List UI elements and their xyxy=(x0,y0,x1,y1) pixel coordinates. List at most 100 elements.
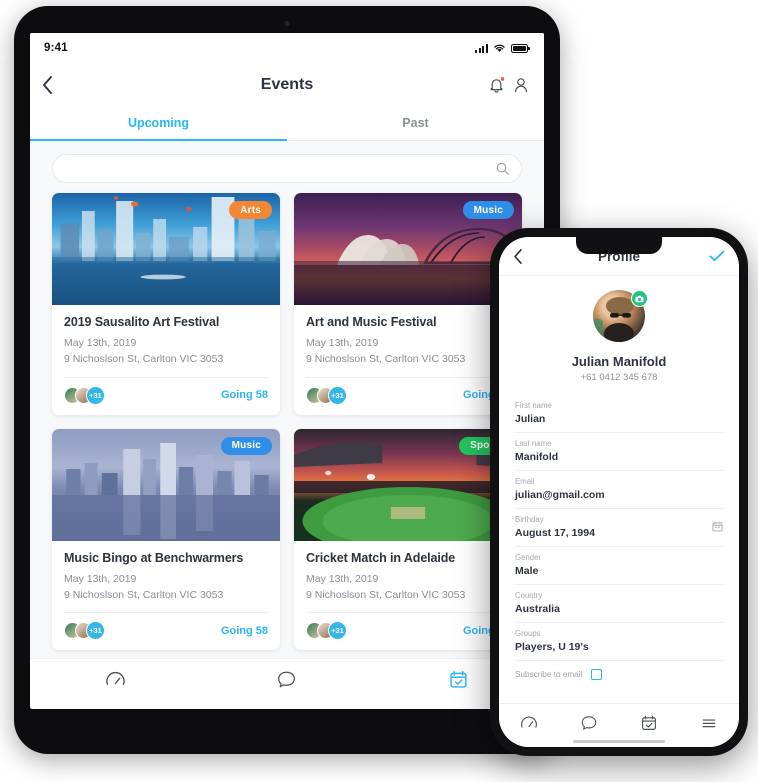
field-groups[interactable]: Groups Players, U 19's xyxy=(515,623,723,661)
field-label: Birthday xyxy=(515,515,544,524)
tablet-camera-icon xyxy=(284,21,290,26)
speedometer-icon xyxy=(106,671,125,685)
profile-body: Julian Manifold +61 0412 345 678 First n… xyxy=(499,275,739,703)
tablet-bottom-nav xyxy=(30,658,544,705)
event-card-body: Cricket Match in Adelaide May 13th, 2019… xyxy=(294,541,522,604)
tab-upcoming[interactable]: Upcoming xyxy=(30,107,287,141)
event-card[interactable]: Music Art and Music Festival May 13th, 2… xyxy=(294,193,522,415)
field-last-name[interactable]: Last name Manifold xyxy=(515,433,723,471)
event-badge: Arts xyxy=(229,201,272,219)
event-address: 9 Nichoslson St, Carlton VIC 3053 xyxy=(306,588,466,601)
field-label: Email xyxy=(515,477,535,486)
field-label: First name xyxy=(515,401,552,410)
home-indicator xyxy=(573,739,665,743)
event-image-sydney: Music xyxy=(294,193,522,305)
nav-item-calendar[interactable] xyxy=(640,714,658,737)
search-box[interactable] xyxy=(52,154,522,183)
event-date: May 13th, 2019 xyxy=(306,337,379,349)
chevron-left-icon xyxy=(514,248,522,264)
attendee-overflow-count: +31 xyxy=(86,385,105,405)
going-count[interactable]: Going 58 xyxy=(221,389,268,401)
phone-device: Profile Julian Manifold +61 0412 345 678… xyxy=(490,228,748,756)
event-image-melbourne: Arts xyxy=(52,193,280,305)
tablet-status-bar: 9:41 xyxy=(30,33,544,63)
field-value: julian@gmail.com xyxy=(515,489,605,501)
hamburger-menu-icon xyxy=(702,719,716,728)
field-country[interactable]: Country Australia xyxy=(515,585,723,623)
field-label: Last name xyxy=(515,439,552,448)
event-card[interactable]: Arts 2019 Sausalito Art Festival May 13t… xyxy=(52,193,280,415)
profile-avatar-wrap[interactable] xyxy=(593,290,648,342)
phone-bottom-nav xyxy=(499,703,739,747)
field-value: Male xyxy=(515,565,539,577)
cellular-bars-icon xyxy=(475,43,488,53)
person-icon xyxy=(515,78,527,93)
subscribe-row[interactable]: Subscribe to email xyxy=(515,661,723,686)
notifications-button[interactable] xyxy=(489,76,505,93)
attendee-avatars[interactable]: +31 xyxy=(64,385,105,405)
event-card-footer: +31 Going 58 xyxy=(64,376,268,415)
tablet-app-bar: Events xyxy=(30,63,544,107)
field-value: Australia xyxy=(515,603,560,615)
chat-bubble-icon xyxy=(581,716,597,730)
field-value: Players, U 19's xyxy=(515,641,589,653)
attendee-overflow-count: +31 xyxy=(86,621,105,641)
event-card-footer: +31 Going 58 xyxy=(306,612,510,650)
event-date: May 13th, 2019 xyxy=(64,337,137,349)
calendar-icon xyxy=(712,521,723,532)
event-title: Cricket Match in Adelaide xyxy=(306,550,456,565)
attendee-avatars[interactable]: +31 xyxy=(306,385,347,405)
tablet-device: 9:41 Events Upcoming Past Arts 2019 Saus… xyxy=(14,6,560,754)
event-date: May 13th, 2019 xyxy=(306,572,379,585)
nav-item-dashboard[interactable] xyxy=(520,714,538,737)
field-first-name[interactable]: First name Julian xyxy=(515,395,723,433)
nav-item-chat[interactable] xyxy=(276,669,297,695)
event-address: 9 Nichoslson St, Carlton VIC 3053 xyxy=(64,353,224,366)
profile-hero: Julian Manifold +61 0412 345 678 xyxy=(499,276,739,391)
calendar-check-icon xyxy=(450,670,467,688)
phone-notch xyxy=(576,237,662,254)
field-email[interactable]: Email julian@gmail.com xyxy=(515,471,723,509)
check-icon xyxy=(709,250,725,262)
tab-past[interactable]: Past xyxy=(287,107,544,140)
nav-item-calendar[interactable] xyxy=(448,669,469,695)
profile-fields: First name Julian Last name Manifold Ema… xyxy=(499,391,739,686)
event-card[interactable]: Sports Cricket Match in Adelaide May 13t… xyxy=(294,428,522,651)
attendee-avatars[interactable]: +31 xyxy=(64,621,105,641)
going-count[interactable]: Going 58 xyxy=(221,625,268,637)
event-card[interactable]: Music Music Bingo at Benchwarmers May 13… xyxy=(52,428,280,651)
events-tabs: Upcoming Past xyxy=(30,107,544,141)
chevron-left-icon xyxy=(43,76,52,94)
notification-dot xyxy=(499,76,505,82)
event-address: 9 Nichoslson St, Carlton VIC 3053 xyxy=(306,353,466,366)
field-gender[interactable]: Gender Male xyxy=(515,547,723,585)
phone-screen: Profile Julian Manifold +61 0412 345 678… xyxy=(499,237,739,747)
page-title: Events xyxy=(260,76,314,93)
event-title: 2019 Sausalito Art Festival xyxy=(64,315,220,329)
event-card-footer: +31 Going 58 xyxy=(306,376,510,415)
account-button[interactable] xyxy=(514,77,528,93)
profile-back-button[interactable] xyxy=(513,248,523,264)
birthday-picker-button[interactable] xyxy=(712,519,723,537)
nav-item-menu[interactable] xyxy=(700,714,718,737)
back-button[interactable] xyxy=(42,76,53,94)
status-indicators xyxy=(475,43,530,53)
camera-badge-button[interactable] xyxy=(631,290,648,307)
field-label: Groups xyxy=(515,629,541,638)
attendee-avatars[interactable]: +31 xyxy=(306,621,347,641)
events-grid: Arts 2019 Sausalito Art Festival May 13t… xyxy=(30,193,544,651)
battery-icon xyxy=(511,43,530,53)
search-icon[interactable] xyxy=(496,162,509,175)
search-row xyxy=(30,141,544,193)
nav-item-chat[interactable] xyxy=(580,714,598,737)
nav-item-dashboard[interactable] xyxy=(105,669,126,695)
event-date: May 13th, 2019 xyxy=(64,572,137,585)
search-input[interactable] xyxy=(65,162,496,175)
subscribe-checkbox[interactable] xyxy=(591,669,603,680)
profile-phone: +61 0412 345 678 xyxy=(580,372,658,383)
calendar-check-icon xyxy=(642,715,656,730)
profile-save-button[interactable] xyxy=(709,249,725,263)
speedometer-icon xyxy=(521,716,537,728)
field-value: August 17, 1994 xyxy=(515,527,595,539)
field-birthday[interactable]: Birthday August 17, 1994 xyxy=(515,509,723,547)
